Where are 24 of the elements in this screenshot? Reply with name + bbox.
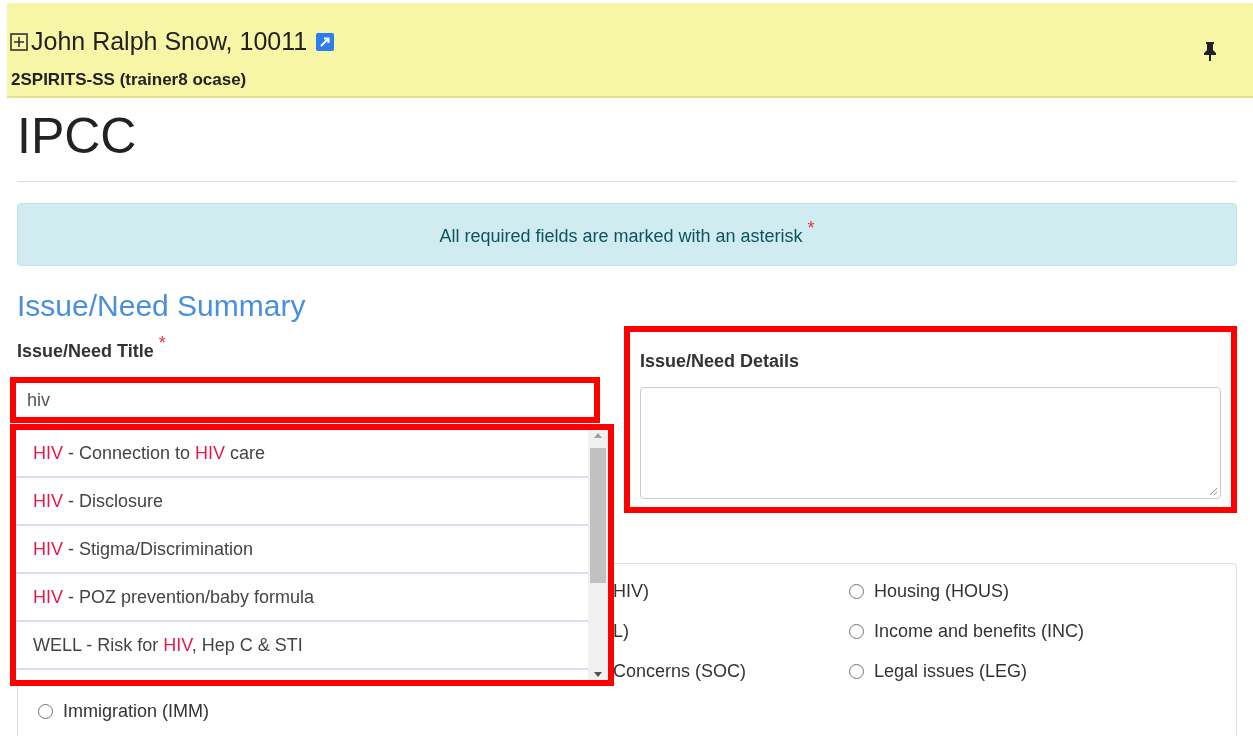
radio-label: HIV)	[613, 579, 649, 603]
scroll-up-icon[interactable]	[593, 432, 603, 439]
external-link-icon[interactable]	[316, 32, 335, 51]
page-title: IPCC	[17, 111, 138, 161]
resize-grip-icon	[1208, 486, 1218, 496]
scroll-down-icon[interactable]	[593, 671, 603, 678]
radio-label: Income and benefits (INC)	[874, 619, 1085, 643]
radio-label: Immigration (IMM)	[63, 699, 209, 723]
field-label: Issue/Need Title *	[17, 338, 167, 363]
radio-label: Concerns (SOC)	[613, 659, 747, 683]
section-title: Issue/Need Summary	[17, 288, 307, 324]
field-label: Issue/Need Details	[640, 350, 801, 373]
details-textarea[interactable]	[640, 387, 1221, 499]
expand-icon[interactable]	[10, 32, 28, 51]
client-subtitle: 2SPIRITS-SS (trainer8 ocase)	[11, 68, 248, 91]
client-name: John Ralph Snow, 10011	[31, 26, 308, 57]
radio-label: Housing (HOUS)	[874, 579, 1010, 603]
radio-label: L)	[613, 619, 629, 643]
title-input[interactable]: hiv	[10, 377, 600, 423]
scrollbar-thumb[interactable]	[590, 447, 606, 583]
radio-label: Legal issues (LEG)	[874, 659, 1028, 683]
info-alert: All required fields are marked with an asterisk *	[17, 203, 1237, 266]
pin-icon[interactable]	[1202, 41, 1218, 61]
scrollbar[interactable]	[588, 430, 608, 680]
